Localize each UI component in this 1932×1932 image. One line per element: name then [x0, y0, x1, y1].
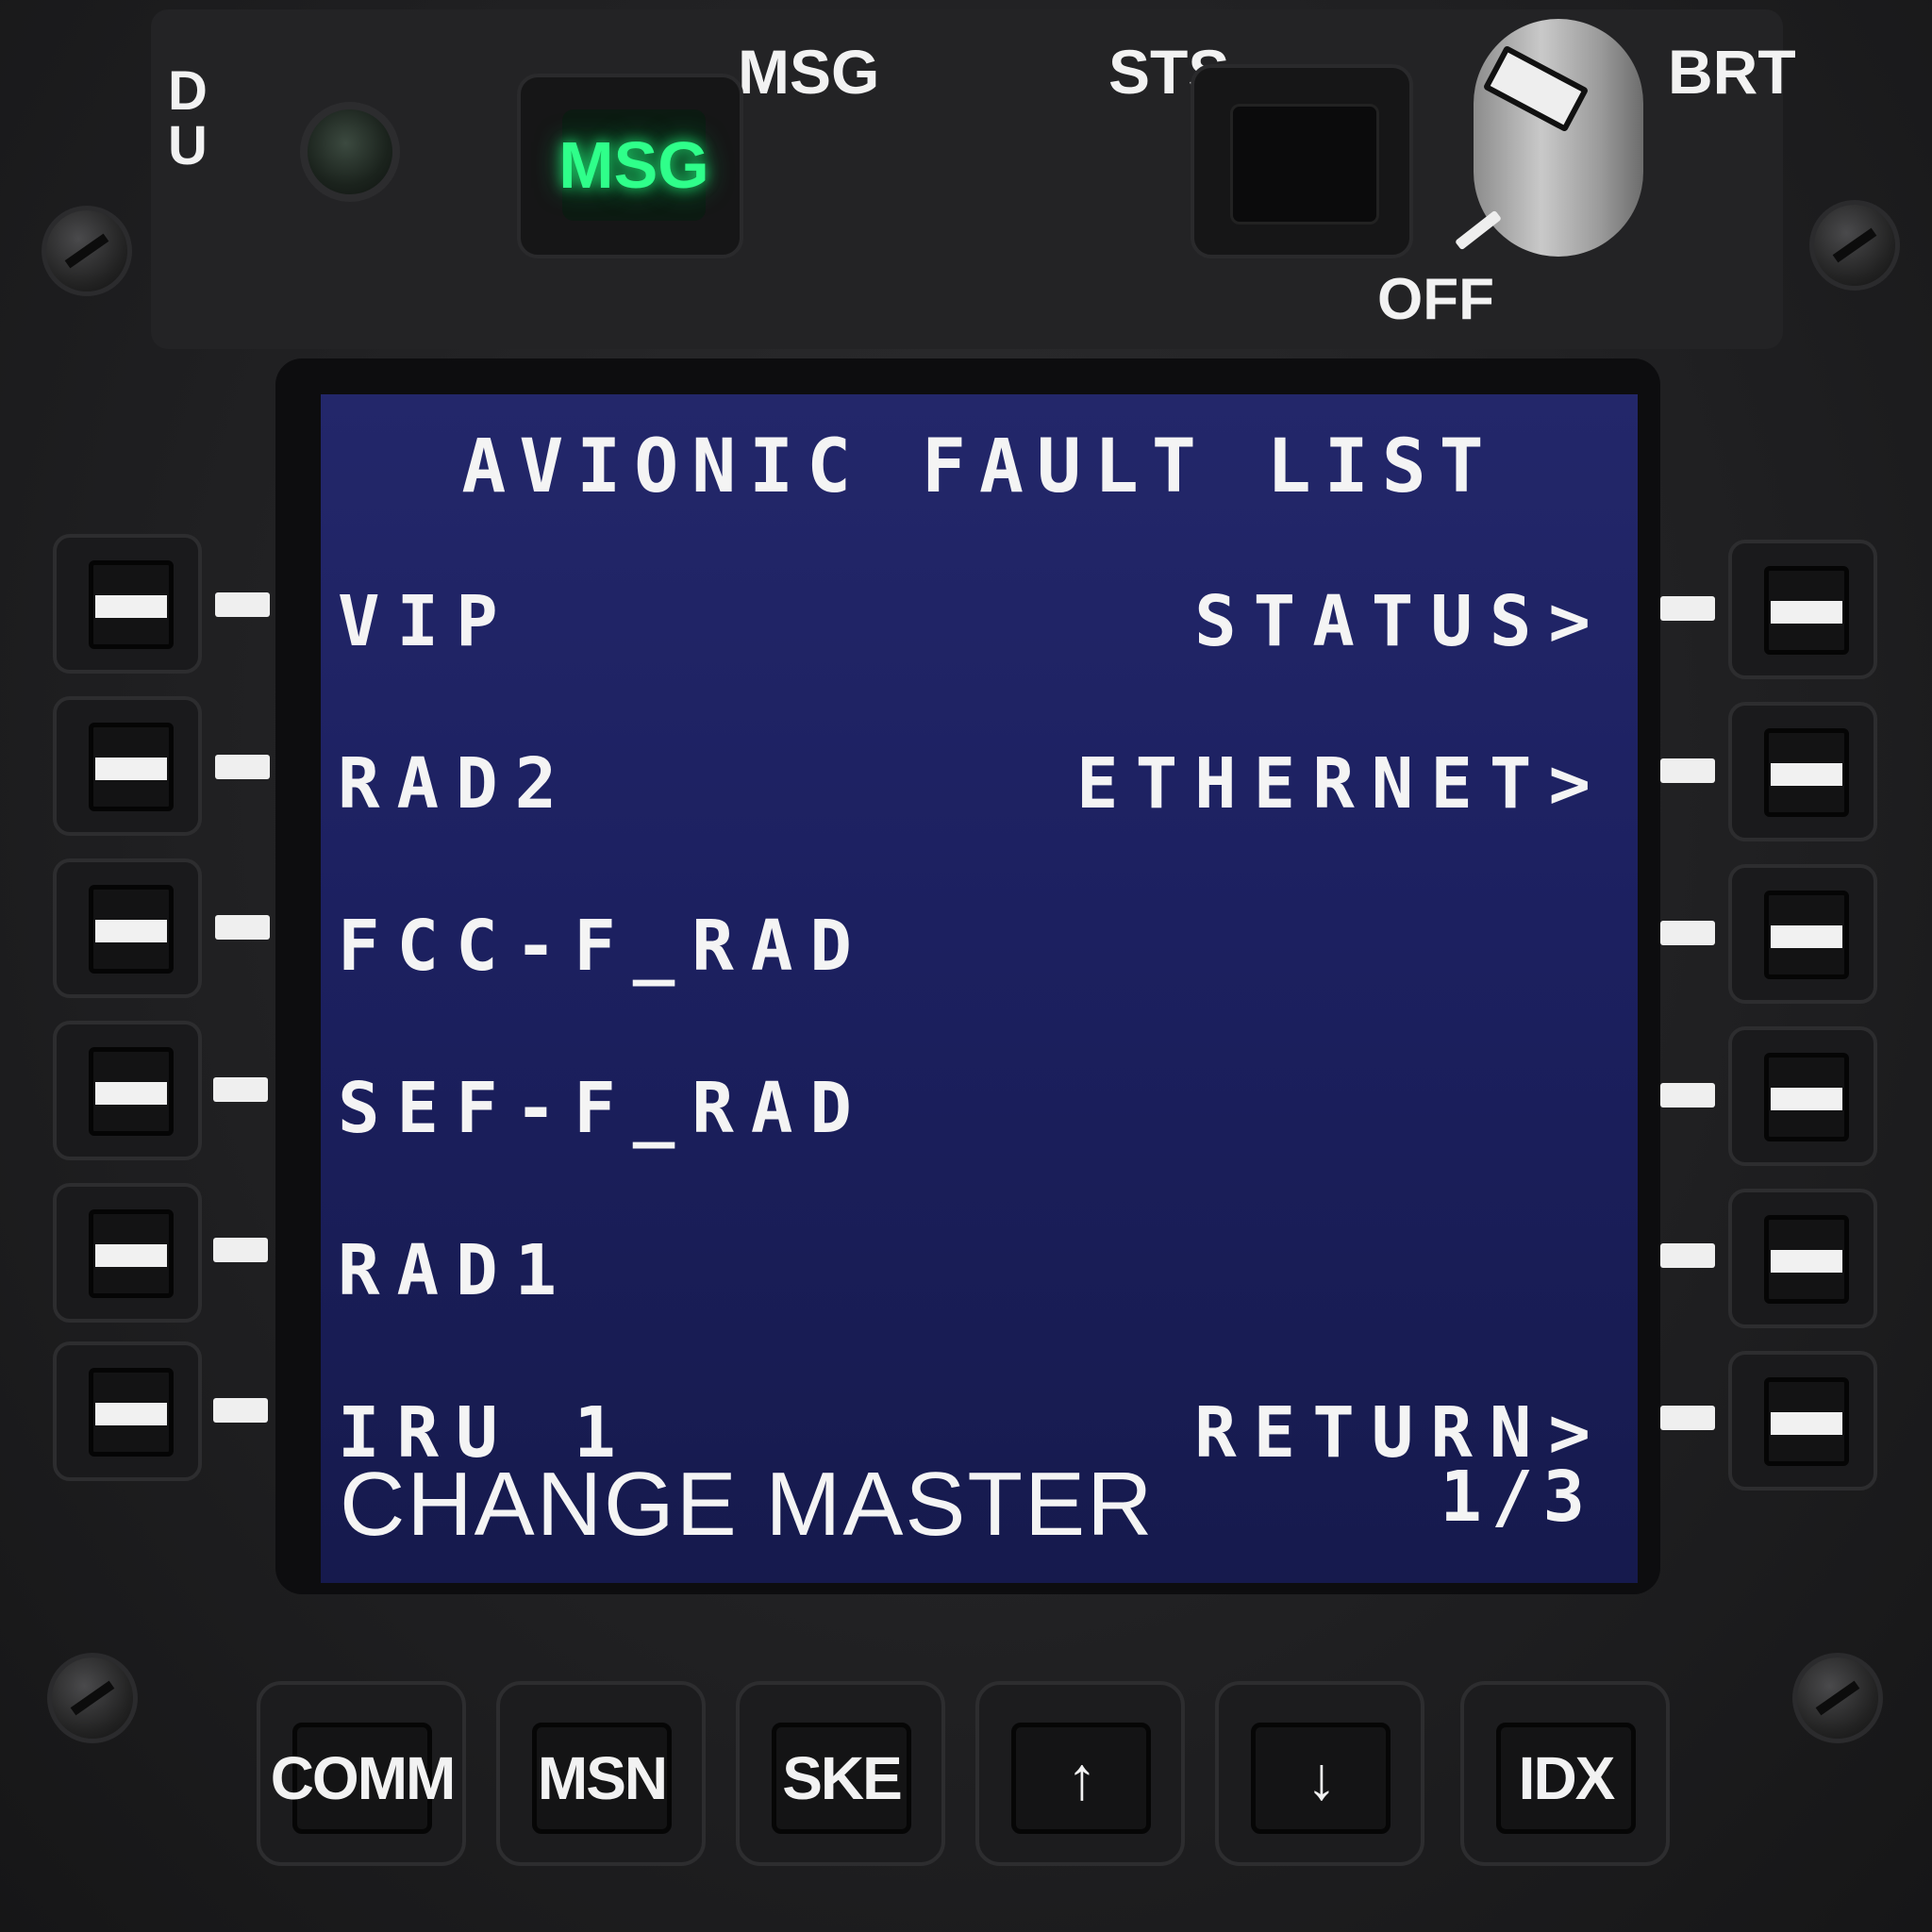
lsk-tick-mark — [215, 915, 270, 940]
screw-icon — [1809, 200, 1900, 291]
lsk-tick-mark — [1660, 758, 1715, 783]
lsk-right-1[interactable] — [1728, 540, 1877, 679]
line-left-5: RAD1 — [338, 1230, 575, 1311]
key-cap — [1764, 891, 1849, 979]
idx-key-label: IDX — [1496, 1723, 1636, 1834]
key-cap — [89, 560, 174, 649]
msn-key[interactable]: MSN — [496, 1681, 706, 1866]
lsk-left-5[interactable] — [53, 1183, 202, 1323]
key-cap — [89, 1047, 174, 1136]
lsk-left-2[interactable] — [53, 696, 202, 836]
cdu-display: AVIONIC FAULT LIST VIP RAD2 FCC-F_RAD SE… — [321, 394, 1638, 1583]
page-title: AVIONIC FAULT LIST — [461, 425, 1497, 509]
cdu-bezel: D U MSG STS BRT OFF MSG AVIONIC FAULT LI… — [0, 0, 1932, 1932]
sts-annunciator-button[interactable] — [1230, 104, 1379, 225]
lsk-tick-mark — [1660, 596, 1715, 621]
key-cap — [89, 1209, 174, 1298]
du-label: D U — [168, 60, 208, 176]
arrow-down-icon: ↓ — [1251, 1723, 1391, 1834]
scroll-up-key[interactable]: ↑ — [975, 1681, 1185, 1866]
lsk-tick-mark — [213, 1077, 268, 1102]
key-cap — [1764, 1377, 1849, 1466]
comm-key-label: COMM — [271, 1723, 456, 1834]
lsk-tick-mark — [1660, 921, 1715, 945]
line-right-1: STATUS> — [1194, 581, 1607, 662]
ske-key[interactable]: SKE — [736, 1681, 945, 1866]
line-right-2: ETHERNET> — [1076, 743, 1607, 824]
light-sensor — [300, 102, 400, 202]
msg-annunciator-button[interactable]: MSG — [558, 109, 709, 221]
off-label: OFF — [1377, 267, 1494, 332]
screw-icon — [1792, 1653, 1883, 1743]
lsk-left-6[interactable] — [53, 1341, 202, 1481]
lsk-tick-mark — [213, 1238, 268, 1262]
key-cap — [89, 1368, 174, 1457]
page-counter: 1/3 — [1440, 1457, 1594, 1538]
line-left-2: RAD2 — [338, 743, 575, 824]
lsk-right-6[interactable] — [1728, 1351, 1877, 1491]
lsk-tick-mark — [215, 755, 270, 779]
key-cap — [89, 723, 174, 811]
lsk-tick-mark — [1660, 1083, 1715, 1108]
lsk-tick-mark — [215, 592, 270, 617]
line-left-3: FCC-F_RAD — [338, 906, 869, 987]
arrow-up-icon: ↑ — [1011, 1723, 1151, 1834]
lsk-right-4[interactable] — [1728, 1026, 1877, 1166]
ske-key-label: SKE — [772, 1723, 911, 1834]
line-left-4: SEF-F_RAD — [338, 1068, 869, 1149]
lsk-left-4[interactable] — [53, 1021, 202, 1160]
key-cap — [1764, 1215, 1849, 1304]
lsk-left-3[interactable] — [53, 858, 202, 998]
key-cap — [1764, 1053, 1849, 1141]
screw-icon — [47, 1653, 138, 1743]
lsk-tick-mark — [213, 1398, 268, 1423]
lsk-left-1[interactable] — [53, 534, 202, 674]
lsk-right-2[interactable] — [1728, 702, 1877, 841]
msg-label: MSG — [738, 37, 880, 107]
key-cap — [1764, 566, 1849, 655]
line-left-1: VIP — [338, 581, 515, 662]
comm-key[interactable]: COMM — [257, 1681, 466, 1866]
lsk-right-3[interactable] — [1728, 864, 1877, 1004]
key-cap — [1764, 728, 1849, 817]
lsk-tick-mark — [1660, 1243, 1715, 1268]
brt-label: BRT — [1668, 37, 1796, 107]
scroll-down-key[interactable]: ↓ — [1215, 1681, 1424, 1866]
idx-key[interactable]: IDX — [1460, 1681, 1670, 1866]
msn-key-label: MSN — [532, 1723, 672, 1834]
screw-icon — [42, 206, 132, 296]
lsk-tick-mark — [1660, 1406, 1715, 1430]
key-cap — [89, 885, 174, 974]
lsk-right-5[interactable] — [1728, 1189, 1877, 1328]
scratchpad-text: CHANGE MASTER — [340, 1454, 1155, 1555]
